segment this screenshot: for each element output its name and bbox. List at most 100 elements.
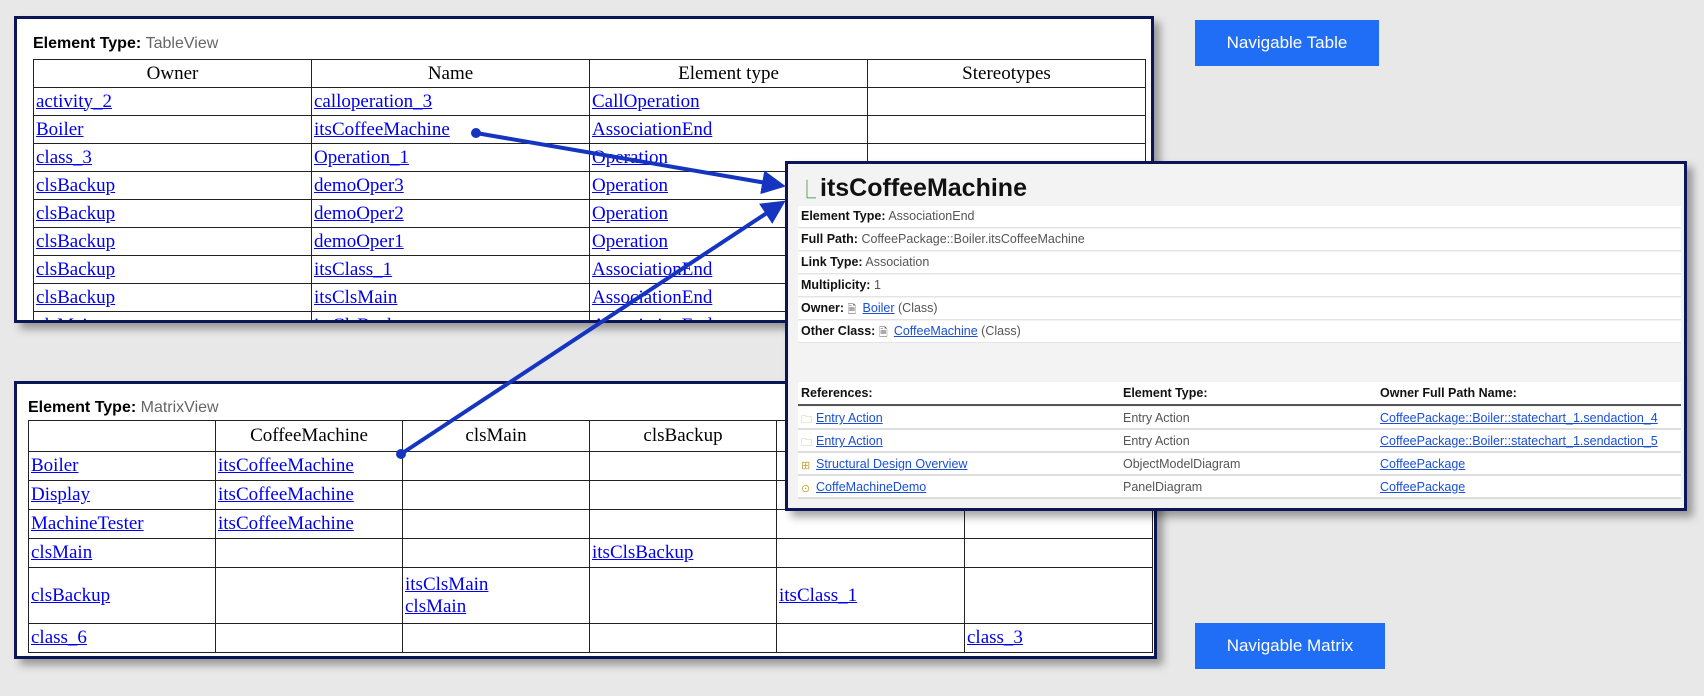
element-link[interactable]: demoOper3 (314, 175, 404, 196)
element-link[interactable]: clsBackup (31, 585, 110, 606)
element-link[interactable]: demoOper2 (314, 203, 404, 224)
property-value: Association (865, 255, 930, 269)
matrix-cell (402, 538, 590, 568)
element-link[interactable]: clsBackup (36, 287, 115, 308)
table-cell: clsBackup (33, 199, 312, 228)
matrix-cell: itsClsMain clsMain (402, 567, 590, 624)
table-cell: demoOper3 (311, 171, 590, 200)
matrix-cell: clsMain (28, 538, 216, 568)
owner-path-link[interactable]: CoffeePackage (1380, 457, 1465, 471)
table-cell: activity_2 (33, 87, 312, 116)
element-link[interactable]: Operation_1 (314, 147, 409, 168)
table-cell: itsClsMain (311, 283, 590, 312)
matrix-cell (589, 567, 777, 624)
element-link[interactable]: CallOperation (592, 91, 700, 112)
reference-link[interactable]: Structural Design Overview (816, 457, 967, 471)
element-link[interactable]: itsClsBackup (592, 542, 693, 563)
element-link[interactable]: class_6 (31, 627, 87, 648)
element-link[interactable]: clsBackup (36, 203, 115, 224)
owner-path-link[interactable]: CoffeePackage::Boiler::statechart_1.send… (1380, 411, 1658, 425)
element-link[interactable]: class_3 (36, 147, 92, 168)
element-link[interactable]: clsBackup (36, 175, 115, 196)
matrix-cell (589, 480, 777, 510)
matrix-cell (589, 451, 777, 481)
references-header: References: Element Type: Owner Full Pat… (798, 382, 1681, 406)
element-link[interactable]: Boiler (31, 455, 79, 476)
reference-link[interactable]: CoffeMachineDemo (816, 480, 926, 494)
table-cell: Boiler (33, 115, 312, 144)
element-link[interactable]: clsBackup (36, 259, 115, 280)
table-row: Boiler itsCoffeeMachine AssociationEnd (33, 115, 1146, 144)
navigable-matrix-button[interactable]: Navigable Matrix (1195, 623, 1385, 669)
matrix-cell (776, 509, 965, 539)
element-link[interactable]: itsCoffeeMachine (314, 119, 450, 140)
property-label: Link Type: (801, 255, 863, 269)
element-link[interactable]: itsClsMain (314, 287, 397, 308)
table-cell: CallOperation (589, 87, 868, 116)
reference-owner-cell: CoffeePackage::Boiler::statechart_1.send… (1380, 411, 1658, 425)
element-link[interactable]: Display (31, 484, 90, 505)
property-row: Full Path: CoffeePackage::Boiler.itsCoff… (798, 229, 1681, 251)
element-link[interactable]: Operation (592, 203, 668, 224)
element-link[interactable]: clsMain (405, 596, 466, 617)
reference-owner-cell: CoffeePackage::Boiler::statechart_1.send… (1380, 434, 1658, 448)
element-link[interactable]: AssociationEnd (592, 259, 712, 280)
property-row: Element Type: AssociationEnd (798, 206, 1681, 228)
reference-row: ⊙ CoffeMachineDemo PanelDiagram CoffeePacka… (798, 476, 1681, 499)
matrix-cell: class_6 (28, 623, 216, 653)
matrix-cell (964, 538, 1153, 568)
element-link[interactable]: demoOper1 (314, 231, 404, 252)
element-link[interactable]: calloperation_3 (314, 91, 432, 112)
element-link[interactable]: MachineTester (31, 513, 144, 534)
navigable-table-button[interactable]: Navigable Table (1195, 20, 1379, 66)
reference-row: 🗀 Entry Action Entry Action CoffeePackage::… (798, 407, 1681, 430)
element-link[interactable]: clsBackup (36, 231, 115, 252)
matrix-cell (402, 509, 590, 539)
element-link[interactable]: AssociationEnd (592, 119, 712, 140)
property-value: CoffeePackage::Boiler.itsCoffeeMachine (861, 232, 1085, 246)
property-link[interactable]: CoffeeMachine (894, 324, 978, 338)
element-link[interactable]: itsCoffeeMachine (218, 484, 354, 505)
element-link[interactable]: itsClass_1 (314, 259, 392, 280)
element-link[interactable]: AssociationEnd (592, 287, 712, 308)
element-link[interactable]: AssociationEnd (592, 315, 712, 321)
element-link[interactable]: clsMain (36, 315, 97, 321)
element-link[interactable]: Operation (592, 231, 668, 252)
element-link[interactable]: clsMain (31, 542, 92, 563)
table-row: activity_2 calloperation_3 CallOperation (33, 87, 1146, 116)
reference-name-cell: ⊙ CoffeMachineDemo (801, 480, 926, 495)
table-cell: demoOper2 (311, 199, 590, 228)
element-link[interactable]: itsCoffeeMachine (218, 513, 354, 534)
table-cell: clsBackup (33, 171, 312, 200)
reference-name-cell: 🗀 Entry Action (801, 434, 883, 449)
element-link[interactable]: itsClsBackup (314, 315, 415, 321)
matrix-row: clsBackup itsClsMain clsMain itsClass_1 (28, 567, 1153, 624)
matrix-column-header: CoffeeMachine (215, 420, 403, 452)
table-cell: clsBackup (33, 227, 312, 256)
property-label: Multiplicity: (801, 278, 871, 292)
reference-type: ObjectModelDiagram (1123, 457, 1241, 471)
element-link[interactable]: itsClsMain (405, 574, 488, 595)
matrix-cell: itsCoffeeMachine (215, 509, 403, 539)
matrix-cell (776, 623, 965, 653)
table-cell: class_3 (33, 143, 312, 172)
element-link[interactable]: Boiler (36, 119, 84, 140)
property-value: 1 (873, 278, 881, 292)
element-link[interactable]: itsClass_1 (779, 585, 857, 606)
reference-link[interactable]: Entry Action (816, 411, 883, 425)
table-cell: itsClass_1 (311, 255, 590, 284)
element-link[interactable]: Operation (592, 147, 668, 168)
element-link[interactable]: Operation (592, 175, 668, 196)
element-link[interactable]: class_3 (967, 627, 1023, 648)
owner-path-link[interactable]: CoffeePackage (1380, 480, 1465, 494)
owner-path-link[interactable]: CoffeePackage::Boiler::statechart_1.send… (1380, 434, 1658, 448)
element-link[interactable]: itsCoffeeMachine (218, 455, 354, 476)
reference-owner-cell: CoffeePackage (1380, 457, 1465, 471)
reference-type: Entry Action (1123, 434, 1190, 448)
property-link[interactable]: Boiler (863, 301, 895, 315)
property-suffix: (Class) (898, 301, 938, 315)
element-link[interactable]: activity_2 (36, 91, 112, 112)
matrix-cell (215, 623, 403, 653)
reference-link[interactable]: Entry Action (816, 434, 883, 448)
property-row: Multiplicity: 1 (798, 275, 1681, 297)
